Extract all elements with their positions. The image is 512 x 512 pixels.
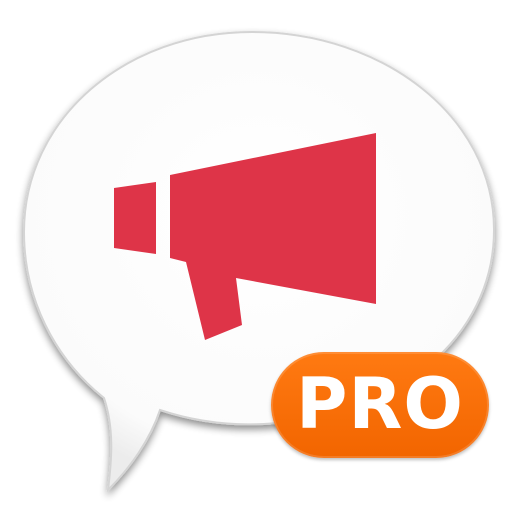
app-icon: PRO	[0, 0, 512, 512]
megaphone-back-plate	[114, 182, 156, 254]
pro-badge-label: PRO	[296, 363, 464, 445]
pro-badge: PRO	[271, 352, 489, 458]
